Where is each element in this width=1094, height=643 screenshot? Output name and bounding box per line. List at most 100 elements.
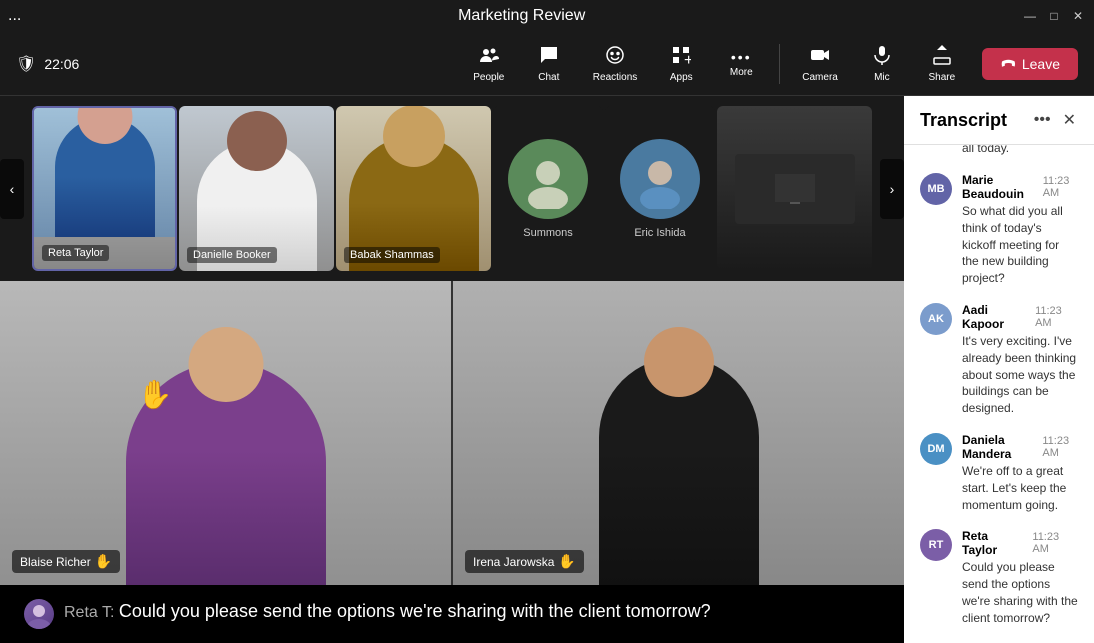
participant-name-summons: Summons <box>523 227 573 239</box>
participant-tile-eric[interactable]: Eric Ishida <box>605 106 715 271</box>
participant-tile-danielle[interactable]: Danielle Booker <box>179 106 334 271</box>
caption-message: Could you please send the options we're … <box>119 601 711 621</box>
topbar-actions: People Chat Reactions + Apps ••• More <box>461 39 1078 89</box>
leave-button[interactable]: Leave <box>982 48 1078 80</box>
message-header: Daniela Mandera 11:23 AM <box>962 433 1078 461</box>
people-button[interactable]: People <box>461 39 517 89</box>
share-icon <box>932 45 952 70</box>
caption-bar: Reta T: Could you please send the option… <box>0 585 904 643</box>
more-label: More <box>730 67 753 78</box>
camera-button[interactable]: Camera <box>790 39 850 89</box>
message-row: RT Reta Taylor 11:23 AM Could you please… <box>904 521 1094 634</box>
participant-tile-babak[interactable]: Babak Shammas <box>336 106 491 271</box>
hand-raised-icon-blaise: ✋ <box>95 553 112 570</box>
minimize-button[interactable]: — <box>1022 8 1038 24</box>
eric-avatar <box>620 139 700 219</box>
reactions-button[interactable]: Reactions <box>581 39 649 89</box>
message-header: Aadi Kapoor 11:23 AM <box>962 303 1078 331</box>
video-grid: ✋ Blaise Richer ✋ Irena Jarowska <box>0 281 904 585</box>
shield-icon: 🛡 <box>16 54 36 74</box>
people-label: People <box>473 72 504 83</box>
message-text: It's very exciting. I've already been th… <box>962 333 1078 417</box>
participant-tile-summons[interactable]: Summons <box>493 106 603 271</box>
apps-icon: + <box>671 45 691 70</box>
meeting-timer: 🛡 22:06 <box>16 54 461 74</box>
message-sender: Reta Taylor <box>962 529 1026 557</box>
participant-name-danielle: Danielle Booker <box>187 247 277 263</box>
maximize-button[interactable]: □ <box>1046 8 1062 24</box>
transcript-messages[interactable]: CD Charlotte De Crum 11:23 AM Welcome to… <box>904 145 1094 643</box>
transcript-more-button[interactable]: ••• <box>1032 108 1053 132</box>
apps-button[interactable]: + Apps <box>653 39 709 89</box>
message-header: Reta Taylor 11:23 AM <box>962 529 1078 557</box>
mic-label: Mic <box>874 72 890 83</box>
message-sender: Aadi Kapoor <box>962 303 1029 331</box>
participant-name-reta: Reta Taylor <box>42 245 109 261</box>
topbar: 🛡 22:06 People Chat Reactions + Apps <box>0 32 1094 96</box>
message-content: Daniela Mandera 11:23 AM We're off to a … <box>962 433 1078 513</box>
participant-strip: ‹ Reta Taylor <box>0 96 904 281</box>
leave-label: Leave <box>1022 56 1060 72</box>
video-tile-irena: Irena Jarowska ✋ <box>453 281 904 585</box>
participant-name-babak: Babak Shammas <box>344 247 440 263</box>
message-avatar: RT <box>920 529 952 561</box>
participant-tile-reta[interactable]: Reta Taylor <box>32 106 177 271</box>
strip-nav-left[interactable]: ‹ <box>0 159 24 219</box>
camera-label: Camera <box>802 72 838 83</box>
participants-container: Reta Taylor Danielle Booker <box>0 96 904 281</box>
apps-label: Apps <box>670 72 693 83</box>
message-time: 11:23 AM <box>1042 435 1078 459</box>
video-name-blaise: Blaise Richer ✋ <box>12 550 120 573</box>
message-content: Reta Taylor 11:23 AM Could you please se… <box>962 529 1078 626</box>
chat-button[interactable]: Chat <box>521 39 577 89</box>
message-row: MB Marie Beaudouin 11:23 AM So what did … <box>904 165 1094 295</box>
mic-icon <box>872 45 892 70</box>
caption-content: Reta T: Could you please send the option… <box>64 599 711 624</box>
message-text: So what did you all think of today's kic… <box>962 203 1078 287</box>
close-button[interactable]: ✕ <box>1070 8 1086 24</box>
message-content: Marie Beaudouin 11:23 AM So what did you… <box>962 173 1078 287</box>
message-content: Aadi Kapoor 11:23 AM It's very exciting.… <box>962 303 1078 417</box>
transcript-header-icons: ••• ✕ <box>1032 108 1078 132</box>
message-header: Marie Beaudouin 11:23 AM <box>962 173 1078 201</box>
transcript-panel: Transcript ••• ✕ CD Charlotte De Crum 11… <box>904 96 1094 643</box>
message-row: BS Babak Shammas 11:23 AM Thanks for the… <box>904 145 1094 165</box>
reactions-label: Reactions <box>593 72 637 83</box>
message-sender: Daniela Mandera <box>962 433 1036 461</box>
message-row: AK Aadi Kapoor 11:23 AM It's very exciti… <box>904 295 1094 425</box>
camera-icon <box>810 45 830 70</box>
titlebar: ... Marketing Review — □ ✕ <box>0 0 1094 32</box>
more-button[interactable]: ••• More <box>713 43 769 84</box>
transcript-header: Transcript ••• ✕ <box>904 96 1094 145</box>
titlebar-controls: — □ ✕ <box>1022 8 1086 24</box>
message-avatar: DM <box>920 433 952 465</box>
message-time: 11:23 AM <box>1032 531 1078 555</box>
share-button[interactable]: Share <box>914 39 970 89</box>
message-time: 11:23 AM <box>1043 175 1078 199</box>
video-tile-blaise: ✋ Blaise Richer ✋ <box>0 281 451 585</box>
main-content: ‹ Reta Taylor <box>0 96 1094 643</box>
caption-speaker: Reta T: <box>64 604 114 621</box>
message-avatar: AK <box>920 303 952 335</box>
more-icon: ••• <box>731 49 752 65</box>
phone-icon <box>1000 56 1016 72</box>
strip-nav-right[interactable]: › <box>880 159 904 219</box>
participant-tile-room[interactable] <box>717 106 872 271</box>
titlebar-title: Marketing Review <box>458 7 585 25</box>
message-content: Babak Shammas 11:23 AM Thanks for the in… <box>962 145 1078 157</box>
hand-raised-icon-irena: ✋ <box>558 553 575 570</box>
timer-display: 22:06 <box>44 56 79 72</box>
transcript-title: Transcript <box>920 110 1007 131</box>
chat-icon <box>539 45 559 70</box>
people-icon <box>479 45 499 70</box>
message-row: DM Daniela Mandera 11:23 AM We're off to… <box>904 425 1094 521</box>
titlebar-dots: ... <box>8 7 21 25</box>
summons-avatar <box>508 139 588 219</box>
message-avatar: MB <box>920 173 952 205</box>
participant-name-eric: Eric Ishida <box>634 227 685 239</box>
reactions-icon <box>605 45 625 70</box>
mic-button[interactable]: Mic <box>854 39 910 89</box>
message-time: 11:23 AM <box>1035 305 1078 329</box>
transcript-close-button[interactable]: ✕ <box>1061 108 1078 132</box>
message-sender: Marie Beaudouin <box>962 173 1037 201</box>
